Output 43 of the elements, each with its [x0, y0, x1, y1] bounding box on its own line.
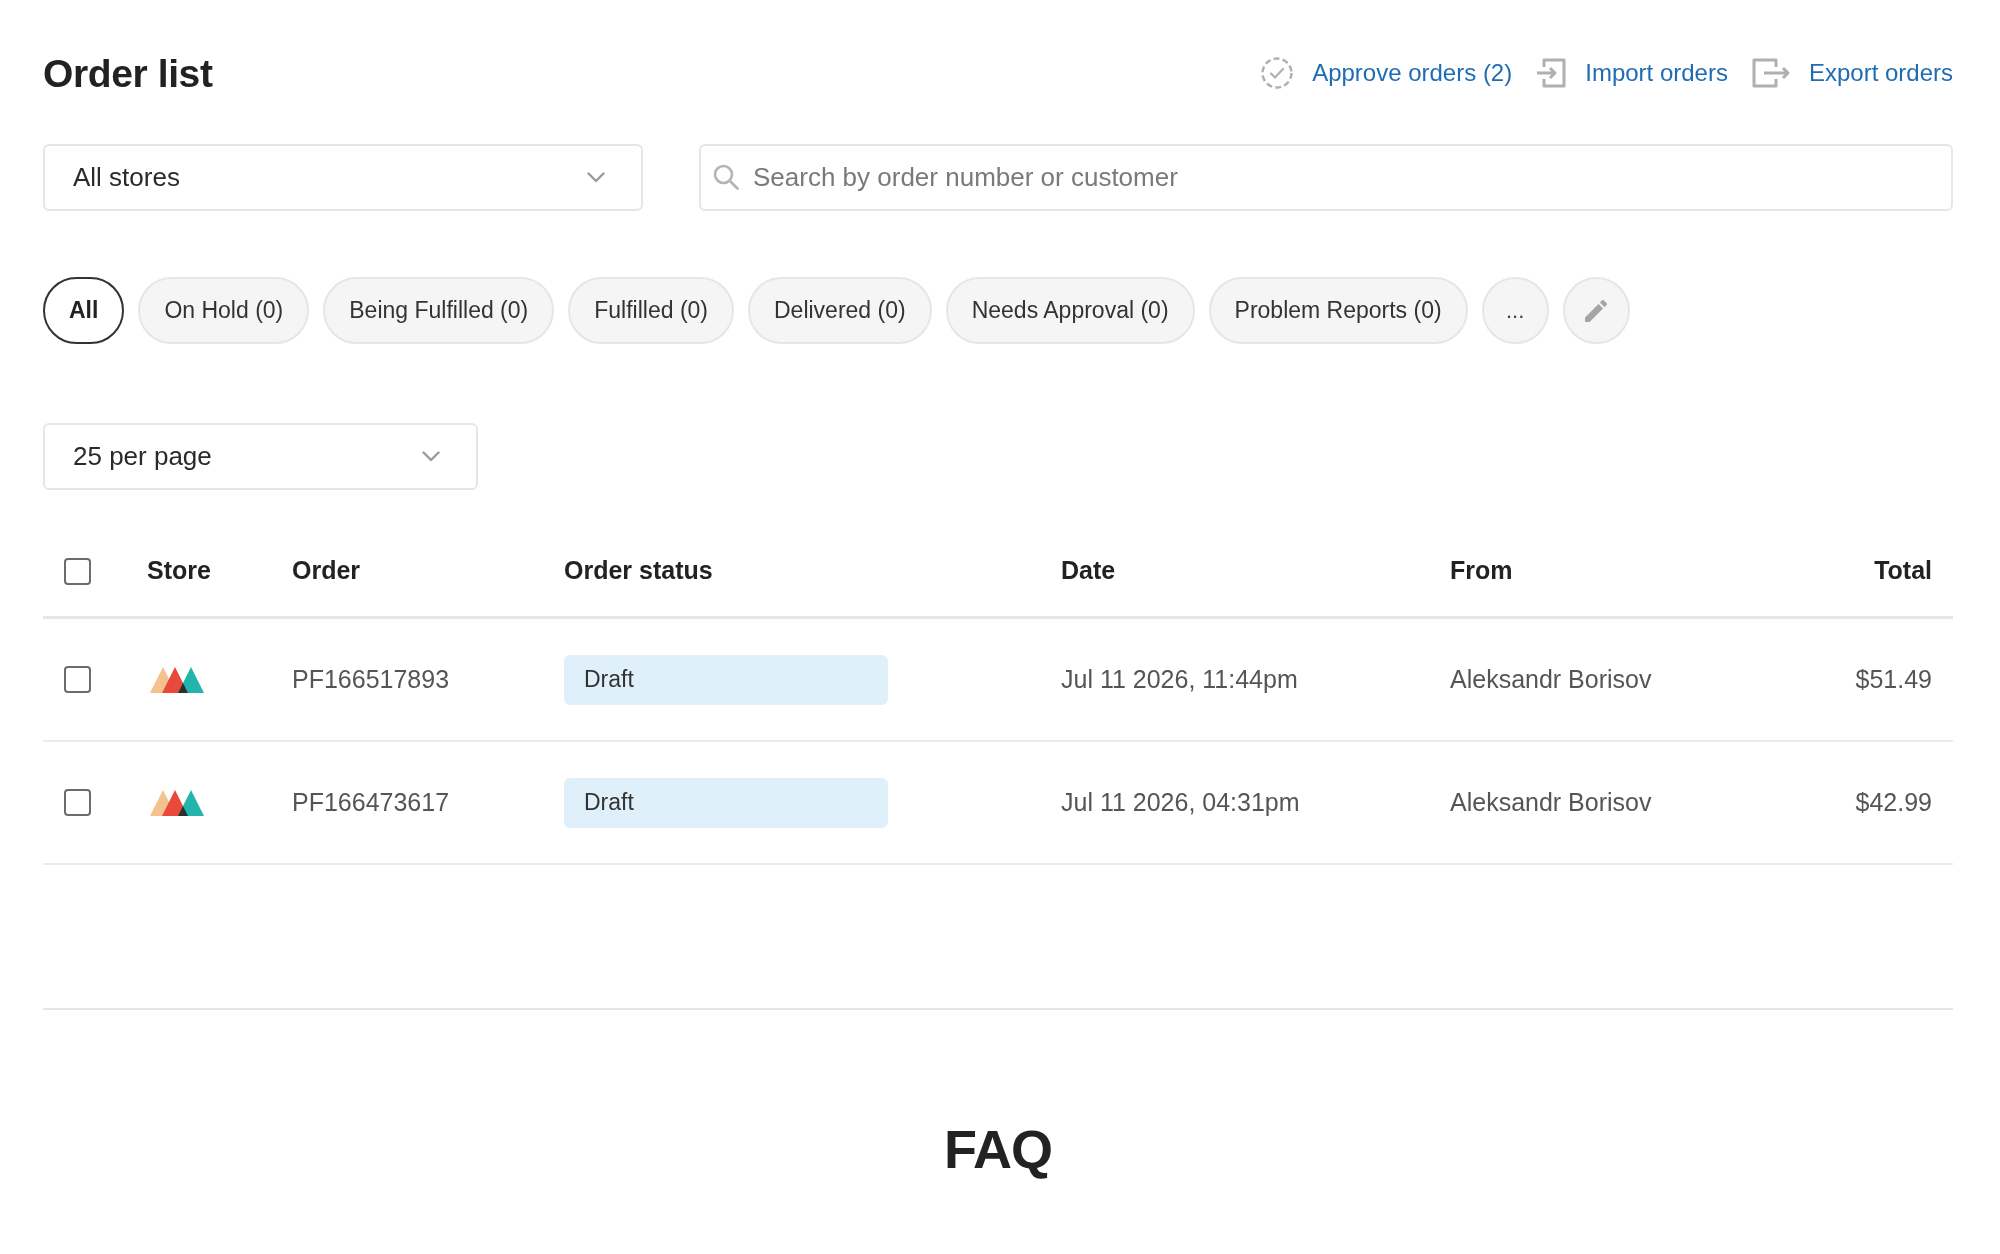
table-cell: PF166473617 — [292, 787, 450, 816]
column-header: Total — [1874, 556, 1932, 585]
arrow-into-box-icon — [1536, 57, 1567, 89]
dashed-check-circle-icon — [1261, 57, 1294, 89]
chevron-down-icon — [422, 451, 440, 462]
status-badge: Draft — [564, 654, 888, 705]
row-checkbox[interactable] — [64, 789, 91, 816]
header-action-link[interactable]: Approve orders (2) — [1261, 57, 1513, 89]
table-cell: Jul 11 2026, 04:31pm — [1061, 787, 1300, 816]
mountain-logo-icon — [150, 789, 204, 816]
chevron-down-icon — [587, 172, 605, 183]
status-badge: Draft — [564, 777, 888, 828]
pencil-icon — [1585, 299, 1608, 322]
search-icon — [713, 164, 739, 190]
status-filter-tab[interactable]: All — [43, 277, 125, 344]
column-header: From — [1450, 556, 1513, 585]
header-action-link[interactable]: Import orders — [1536, 57, 1728, 89]
header-action-link[interactable]: Export orders — [1751, 57, 1953, 89]
more-filters-button[interactable]: ... — [1481, 277, 1549, 344]
status-filter-tab[interactable]: Problem Reports (0) — [1208, 277, 1468, 344]
table-cell: Jul 11 2026, 11:44pm — [1061, 664, 1298, 693]
column-header: Order status — [564, 556, 713, 585]
search-field[interactable]: Search by order number or customer — [699, 144, 1953, 211]
status-filter-tab[interactable]: Being Fulfilled (0) — [323, 277, 555, 344]
table-cell: $42.99 — [1855, 787, 1932, 816]
column-header: Date — [1061, 556, 1116, 585]
table-cell: Aleksandr Borisov — [1450, 664, 1652, 693]
per-page-select[interactable]: 25 per page — [43, 423, 478, 490]
mountain-logo-icon — [150, 666, 204, 693]
status-filter-tab[interactable]: On Hold (0) — [138, 277, 310, 344]
row-checkbox[interactable] — [64, 666, 91, 693]
table-cell: PF166517893 — [292, 664, 450, 693]
status-filter-tab[interactable]: Delivered (0) — [748, 277, 932, 344]
store-select[interactable]: All stores — [43, 144, 643, 211]
select-all-checkbox[interactable] — [64, 557, 91, 585]
arrow-out-of-box-icon — [1751, 57, 1790, 89]
status-filter-tab[interactable]: Needs Approval (0) — [945, 277, 1195, 344]
table-cell: $51.49 — [1855, 664, 1932, 693]
status-filter-tab[interactable]: Fulfilled (0) — [568, 277, 734, 344]
page-title: Order list — [43, 53, 213, 93]
table-cell: Aleksandr Borisov — [1450, 787, 1652, 816]
column-header: Store — [147, 556, 211, 585]
column-header: Order — [292, 556, 361, 585]
